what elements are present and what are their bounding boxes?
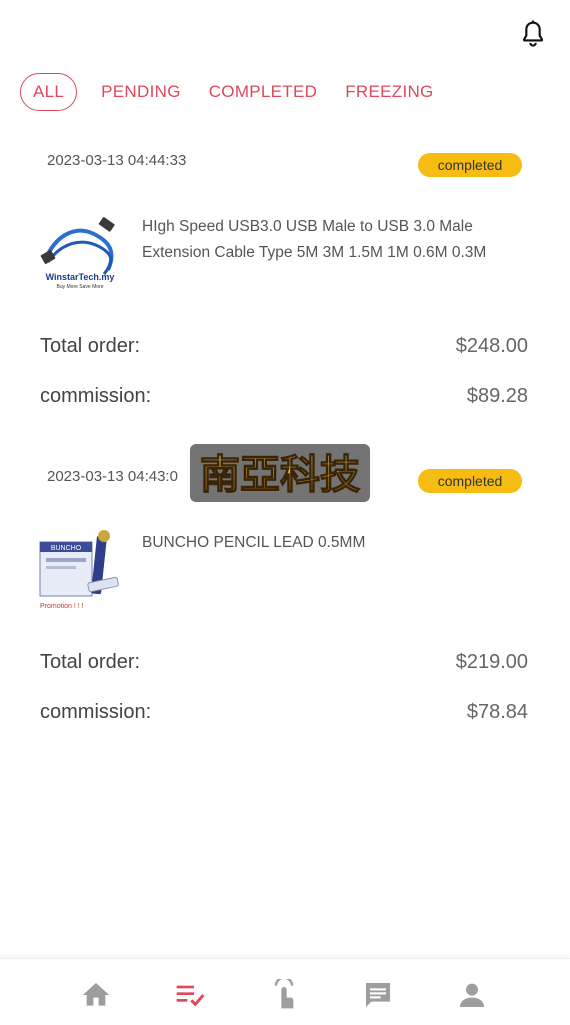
thumb-caption: WinstarTech.my — [46, 272, 115, 282]
bell-icon[interactable] — [520, 20, 546, 48]
total-order-value: $248.00 — [455, 335, 528, 357]
commission-row: commission: $78.84 — [40, 701, 528, 724]
total-order-row: Total order: $219.00 — [40, 651, 528, 674]
commission-row: commission: $89.28 — [40, 385, 528, 408]
usb-cable-thumbnail: WinstarTech.my Buy More Save More — [38, 212, 122, 296]
home-icon[interactable] — [78, 979, 114, 1011]
total-order-label: Total order: — [40, 651, 141, 673]
total-order-row: Total order: $248.00 — [40, 335, 528, 358]
watermark-logo: 南亞科技 — [190, 444, 370, 502]
watermark-text: 南亞科技 — [200, 451, 360, 498]
thumb-subcaption: Promotion ! ! ! — [40, 603, 84, 610]
tap-icon[interactable] — [266, 979, 302, 1011]
product-name: HIgh Speed USB3.0 USB Male to USB 3.0 Ma… — [142, 218, 487, 261]
tab-completed[interactable]: COMPLETED — [209, 82, 318, 102]
status-badge: completed — [418, 153, 522, 177]
bottom-nav — [0, 958, 570, 1025]
commission-label: commission: — [40, 385, 152, 407]
tab-all[interactable]: ALL — [20, 73, 78, 111]
tab-freezing[interactable]: FREEZING — [345, 82, 433, 102]
order-date: 2023-03-13 04:44:33 — [47, 152, 187, 169]
product-name: BUNCHO PENCIL LEAD 0.5MM — [142, 534, 366, 551]
order-list-icon[interactable] — [172, 979, 208, 1011]
commission-label: commission: — [40, 701, 152, 723]
thumb-caption: BUNCHO — [51, 545, 82, 552]
person-icon[interactable] — [454, 979, 490, 1011]
commission-value: $89.28 — [466, 385, 528, 407]
chat-icon[interactable] — [360, 979, 396, 1011]
status-badge: completed — [418, 469, 522, 493]
order-date: 2023-03-13 04:43:0 — [47, 468, 178, 485]
pencil-lead-thumbnail: BUNCHO Promotion ! ! ! — [38, 528, 122, 612]
total-order-value: $219.00 — [455, 651, 528, 673]
thumb-subcaption: Buy More Save More — [57, 284, 104, 290]
total-order-label: Total order: — [40, 335, 141, 357]
tab-pending[interactable]: PENDING — [101, 82, 181, 102]
commission-value: $78.84 — [466, 701, 528, 723]
status-tabs: ALL PENDING COMPLETED FREEZING — [20, 72, 462, 112]
